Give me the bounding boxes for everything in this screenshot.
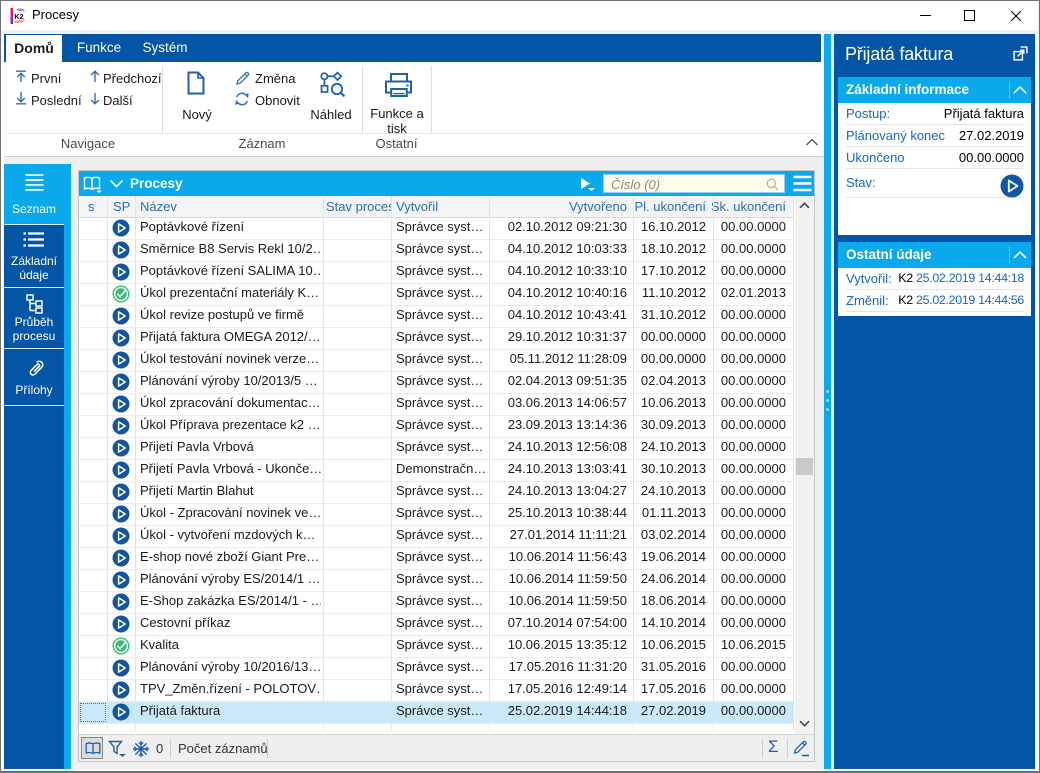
svg-text:K2: K2 [14, 12, 23, 21]
